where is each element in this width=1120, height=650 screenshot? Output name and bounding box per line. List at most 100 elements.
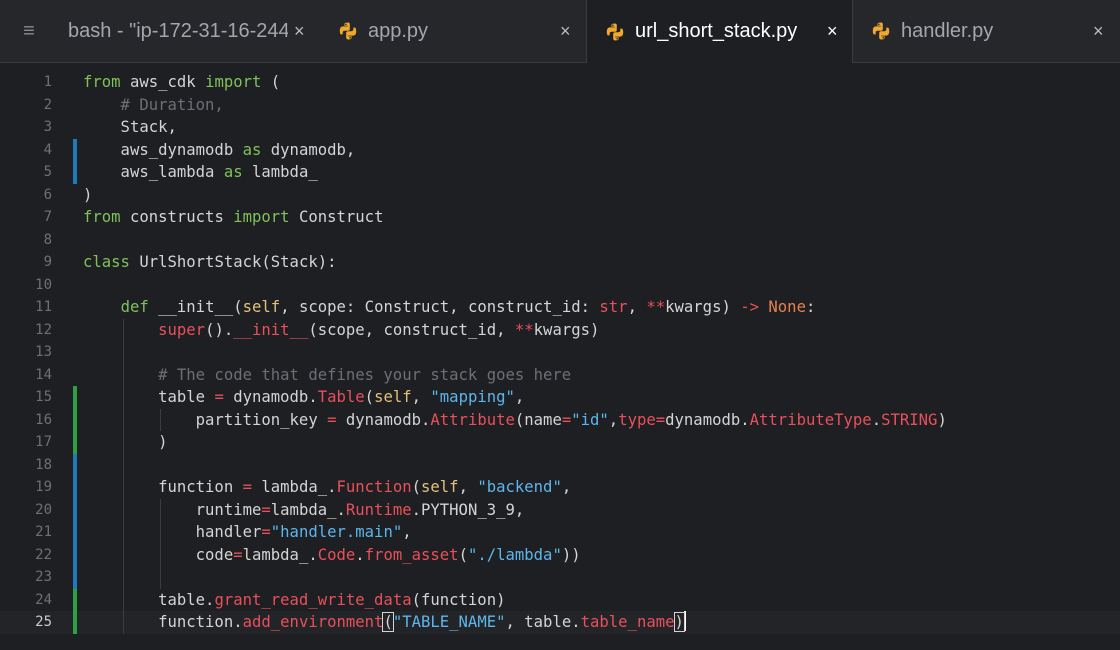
code-token: "handler.main" — [270, 523, 403, 541]
code-line[interactable]: 6) — [0, 184, 1120, 207]
code-token: "id" — [571, 410, 609, 429]
close-icon[interactable]: × — [560, 21, 571, 42]
code-line[interactable]: 18 — [0, 453, 1120, 476]
code-token: class — [83, 253, 130, 271]
code-line[interactable]: 22 code=lambda_.Code.from_asset("./lambd… — [0, 543, 1120, 567]
code-token: constructs — [120, 208, 234, 226]
code-line[interactable]: 8 — [0, 229, 1120, 252]
close-icon[interactable]: × — [827, 21, 838, 42]
code-token: self — [242, 298, 281, 316]
code-token: : — [805, 298, 816, 316]
code-token: , — [627, 298, 647, 316]
code-line[interactable]: 10 — [0, 274, 1120, 297]
code-line[interactable]: 17 ) — [0, 431, 1120, 454]
code-token: . — [871, 410, 882, 429]
line-number: 11 — [35, 299, 52, 315]
code-token: type — [618, 410, 656, 429]
code-line[interactable]: 19 function = lambda_.Function(self, "ba… — [0, 476, 1120, 499]
code-token: lambda_. — [270, 500, 346, 519]
code-token: handler — [83, 523, 262, 541]
line-number: 7 — [43, 209, 52, 225]
code-token: ) — [937, 410, 947, 429]
tab-bash[interactable]: bash - "ip-172-31-16-244. × — [58, 0, 330, 62]
code-line[interactable]: 4 aws_dynamodb as dynamodb, — [0, 138, 1120, 161]
code-line[interactable]: 9 class UrlShortStack(Stack): — [0, 251, 1120, 274]
close-icon[interactable]: × — [1093, 21, 1104, 42]
code-line[interactable]: 5 aws_lambda as lambda_ — [0, 161, 1120, 184]
code-token: AttributeType — [749, 410, 872, 429]
git-change-marker — [73, 543, 77, 566]
code-token: Table — [317, 388, 365, 406]
code-text: runtime=lambda_.Runtime.PYTHON_3_9, — [83, 499, 525, 522]
code-token: = — [214, 388, 224, 406]
code-line[interactable]: 14 # The code that defines your stack go… — [0, 364, 1120, 387]
python-icon — [339, 22, 357, 40]
git-change-marker — [73, 431, 77, 454]
code-token: # Duration, — [83, 95, 224, 114]
tab-handler-py[interactable]: handler.py × — [853, 0, 1120, 62]
tab-url-short-stack-py[interactable]: url_short_stack.py × — [586, 0, 853, 63]
code-text: Stack, — [83, 116, 177, 139]
indent-guide — [160, 498, 162, 589]
code-token: , — [411, 388, 431, 406]
python-icon — [606, 23, 624, 40]
line-number: 12 — [35, 321, 52, 338]
code-token: , — [514, 388, 525, 406]
code-token: "TABLE_NAME" — [392, 613, 506, 631]
code-text: function.add_environment("TABLE_NAME", t… — [83, 611, 686, 634]
code-token: as — [223, 163, 243, 181]
code-line[interactable]: 11 def __init__(self, scope: Construct, … — [0, 296, 1120, 319]
code-token: __init__( — [148, 298, 243, 316]
code-token: = — [261, 523, 271, 541]
code-line[interactable]: 13 — [0, 341, 1120, 364]
code-token: Attribute — [430, 410, 515, 429]
line-number: 25 — [35, 614, 52, 630]
code-token: partition_key — [83, 410, 328, 429]
code-line[interactable]: 20 runtime=lambda_.Runtime.PYTHON_3_9, — [0, 498, 1120, 522]
line-number: 16 — [35, 411, 52, 428]
code-token: aws_cdk — [120, 73, 206, 91]
line-number: 19 — [35, 479, 52, 495]
code-token: ) — [673, 612, 685, 632]
code-line[interactable]: 2 # Duration, — [0, 94, 1120, 117]
line-number: 13 — [35, 344, 52, 360]
code-token: runtime — [83, 500, 262, 519]
git-change-marker — [73, 498, 77, 521]
code-token: = — [242, 478, 252, 496]
code-token: ( — [411, 478, 421, 496]
close-icon[interactable]: × — [294, 21, 305, 42]
code-token: -> — [740, 298, 760, 316]
code-token: = — [655, 410, 666, 429]
code-line[interactable]: 21 handler="handler.main", — [0, 521, 1120, 544]
git-change-marker — [73, 588, 77, 611]
code-text: ) — [83, 184, 92, 207]
code-token: code — [83, 545, 234, 564]
code-token: Code — [317, 545, 356, 564]
code-token: table. — [83, 590, 215, 609]
code-token: ** — [514, 320, 534, 339]
code-line[interactable]: 3 Stack, — [0, 116, 1120, 139]
code-text: class UrlShortStack(Stack): — [83, 251, 337, 274]
code-line[interactable]: 23 — [0, 566, 1120, 589]
code-line[interactable]: 15 table = dynamodb.Table(self, "mapping… — [0, 386, 1120, 409]
tab-app-py[interactable]: app.py × — [330, 0, 586, 62]
code-line[interactable]: 16 partition_key = dynamodb.Attribute(na… — [0, 408, 1120, 431]
code-line[interactable]: 7 from constructs import Construct — [0, 206, 1120, 229]
code-token: None — [768, 298, 806, 316]
code-line[interactable]: 1 from aws_cdk import ( — [0, 71, 1120, 94]
code-line[interactable]: 12 super().__init__(scope, construct_id,… — [0, 319, 1120, 342]
code-line[interactable]: 25 function.add_environment("TABLE_NAME"… — [0, 611, 1120, 634]
python-icon — [872, 22, 890, 40]
code-line[interactable]: 24 table.grant_read_write_data(function) — [0, 588, 1120, 611]
git-change-marker — [73, 521, 77, 544]
code-text: code=lambda_.Code.from_asset("./lambda")… — [83, 544, 581, 567]
code-token: ( — [364, 388, 375, 406]
code-editor[interactable]: 1 from aws_cdk import (2 # Duration, 3 Sta… — [0, 63, 1120, 650]
code-token: )) — [561, 545, 581, 564]
menu-icon[interactable]: ≡ — [0, 0, 58, 62]
line-number: 15 — [35, 389, 52, 405]
code-text: handler="handler.main", — [83, 521, 412, 544]
code-token: lambda_. — [242, 545, 318, 564]
